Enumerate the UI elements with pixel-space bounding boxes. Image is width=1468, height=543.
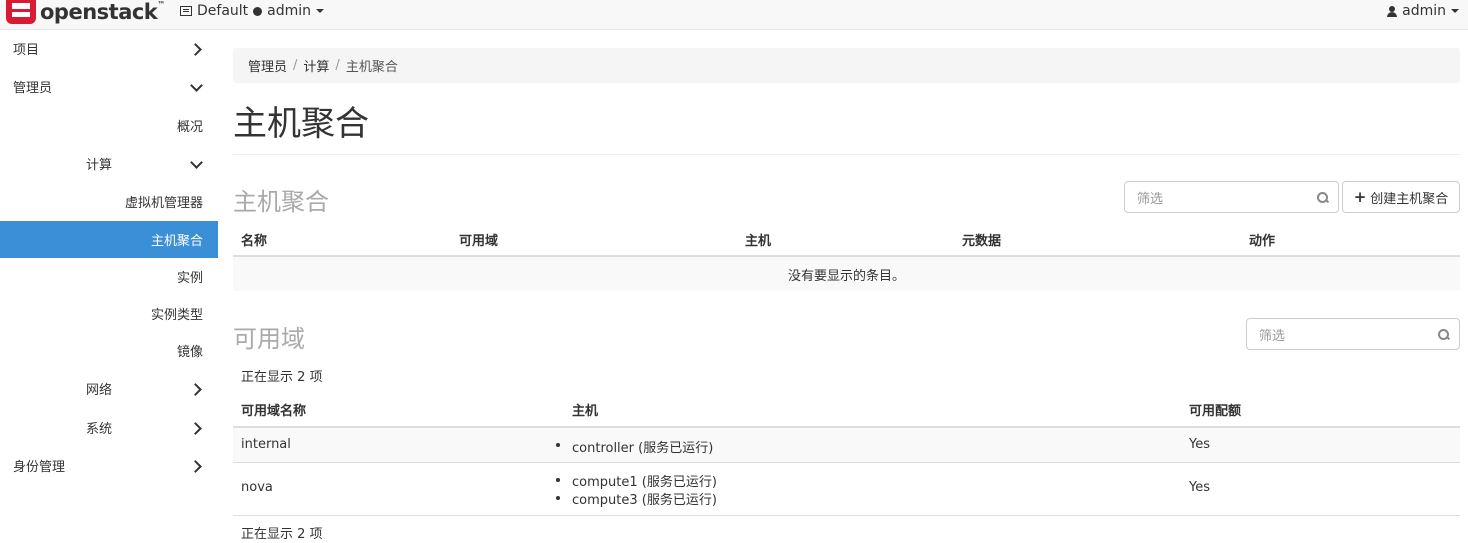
- chevron-right-icon: [190, 460, 202, 472]
- project-name: admin: [267, 3, 312, 19]
- column-header-actions: 动作: [1249, 234, 1276, 249]
- breadcrumb: 管理员 / 计算 / 主机聚合: [233, 48, 1460, 83]
- sidebar-item-label: 管理员: [13, 81, 53, 96]
- project-icon: [180, 6, 192, 16]
- empty-table-row: 没有要显示的条目。: [233, 257, 1460, 291]
- search-icon[interactable]: [1317, 192, 1328, 203]
- zones-filter-input[interactable]: 筛选: [1246, 318, 1460, 350]
- sidebar-item-system[interactable]: 系统: [0, 409, 218, 446]
- filter-placeholder: 筛选: [1259, 328, 1286, 344]
- sidebar-item-admin[interactable]: 管理员: [0, 68, 218, 105]
- available-cell: Yes: [1189, 480, 1210, 495]
- sidebar-item-images[interactable]: 镜像: [0, 332, 218, 369]
- row-divider: [233, 515, 1460, 516]
- chevron-right-icon: [190, 43, 202, 55]
- sidebar-item-label: 项目: [13, 43, 40, 58]
- plus-icon: +: [1353, 187, 1367, 206]
- domain-separator-dot-icon: [253, 6, 263, 16]
- breadcrumb-separator: /: [293, 58, 298, 73]
- sidebar-item-hypervisors[interactable]: 虚拟机管理器: [0, 183, 218, 220]
- available-cell: Yes: [1189, 437, 1210, 452]
- bullet-icon: [556, 478, 560, 482]
- sidebar-item-label: 概况: [177, 120, 204, 135]
- aggregates-section-title: 主机聚合: [233, 188, 329, 216]
- bullet-icon: [556, 496, 560, 500]
- brand-logo[interactable]: openstack™: [6, 0, 165, 24]
- host-cell: compute3 (服务已运行): [572, 493, 717, 508]
- column-header-name[interactable]: 名称: [241, 230, 267, 249]
- sidebar: 项目 管理员 概况 计算 虚拟机管理器 主机聚合 实例 实例类型 镜像 网络 系…: [0, 30, 218, 543]
- column-header-hosts[interactable]: 主机: [745, 230, 771, 249]
- user-name: admin: [1402, 3, 1446, 19]
- breadcrumb-item-admin[interactable]: 管理员: [248, 56, 287, 75]
- sidebar-item-flavors[interactable]: 实例类型: [0, 295, 218, 332]
- chevron-right-icon: [190, 383, 202, 395]
- column-header-available[interactable]: 可用配额: [1189, 400, 1241, 419]
- breadcrumb-separator: /: [335, 58, 340, 73]
- table-row: internal controller (服务已运行) Yes: [233, 428, 1460, 462]
- zone-name-cell: nova: [241, 480, 273, 495]
- trademark-mark: ™: [157, 0, 165, 9]
- item-count-top: 正在显示 2 项: [241, 370, 323, 385]
- table-row: nova compute1 (服务已运行) compute3 (服务已运行) Y…: [233, 463, 1460, 515]
- column-header-zone[interactable]: 可用域: [459, 230, 498, 249]
- create-aggregate-button[interactable]: + 创建主机聚合: [1342, 181, 1460, 213]
- aggregates-table: 名称 可用域 主机 元数据 动作 没有要显示的条目。: [233, 220, 1460, 292]
- column-header-metadata[interactable]: 元数据: [962, 230, 1001, 249]
- create-aggregate-label: 创建主机聚合: [1370, 191, 1449, 207]
- sidebar-item-host-aggregates[interactable]: 主机聚合: [0, 221, 218, 258]
- sidebar-item-label: 主机聚合: [151, 234, 204, 249]
- sidebar-item-label: 实例类型: [151, 308, 204, 323]
- host-cell: controller (服务已运行): [572, 441, 714, 456]
- top-navbar: openstack™ Default admin admin: [0, 0, 1468, 30]
- project-domain: Default: [197, 3, 249, 19]
- title-divider: [233, 154, 1460, 155]
- item-count-bottom: 正在显示 2 项: [241, 527, 323, 542]
- column-header-zone-name[interactable]: 可用域名称: [241, 400, 306, 419]
- caret-down-icon: [316, 9, 325, 13]
- sidebar-item-label: 系统: [86, 422, 113, 437]
- sidebar-item-network[interactable]: 网络: [0, 370, 218, 407]
- user-icon: [1387, 5, 1398, 17]
- brand-name: openstack: [40, 0, 158, 24]
- zones-table: 可用域名称 主机 可用配额 internal controller (服务已运行…: [233, 394, 1460, 519]
- filter-placeholder: 筛选: [1137, 191, 1164, 207]
- sidebar-item-compute[interactable]: 计算: [0, 145, 218, 182]
- host-cell: compute1 (服务已运行): [572, 475, 717, 490]
- aggregates-filter-input[interactable]: 筛选: [1124, 181, 1339, 213]
- breadcrumb-item-compute[interactable]: 计算: [303, 56, 329, 75]
- sidebar-item-label: 实例: [177, 271, 204, 286]
- sidebar-item-label: 身份管理: [13, 460, 66, 475]
- page-title: 主机聚合: [233, 104, 369, 144]
- caret-down-icon: [1451, 9, 1459, 13]
- sidebar-item-label: 计算: [86, 158, 113, 173]
- empty-message: 没有要显示的条目。: [787, 268, 905, 284]
- sidebar-item-project[interactable]: 项目: [0, 30, 218, 67]
- zone-name-cell: internal: [241, 437, 291, 452]
- zones-section-title: 可用域: [233, 325, 305, 353]
- search-icon[interactable]: [1438, 329, 1449, 340]
- sidebar-item-instances[interactable]: 实例: [0, 258, 218, 295]
- project-picker[interactable]: Default admin: [180, 3, 325, 19]
- sidebar-item-overview[interactable]: 概况: [0, 107, 218, 144]
- chevron-right-icon: [190, 422, 202, 434]
- sidebar-item-identity[interactable]: 身份管理: [0, 447, 218, 484]
- breadcrumb-current: 主机聚合: [345, 60, 398, 75]
- chevron-down-icon: [190, 81, 202, 93]
- sidebar-item-label: 镜像: [177, 345, 204, 360]
- user-menu[interactable]: admin: [1387, 3, 1459, 19]
- sidebar-item-label: 网络: [86, 383, 113, 398]
- sidebar-item-label: 虚拟机管理器: [125, 196, 204, 211]
- chevron-down-icon: [190, 158, 202, 170]
- bullet-icon: [556, 443, 560, 447]
- main-content: 管理员 / 计算 / 主机聚合 主机聚合 主机聚合 筛选 + 创建主机聚合 名称…: [233, 30, 1460, 543]
- column-header-hosts[interactable]: 主机: [572, 400, 598, 419]
- openstack-logo-icon: [6, 0, 36, 24]
